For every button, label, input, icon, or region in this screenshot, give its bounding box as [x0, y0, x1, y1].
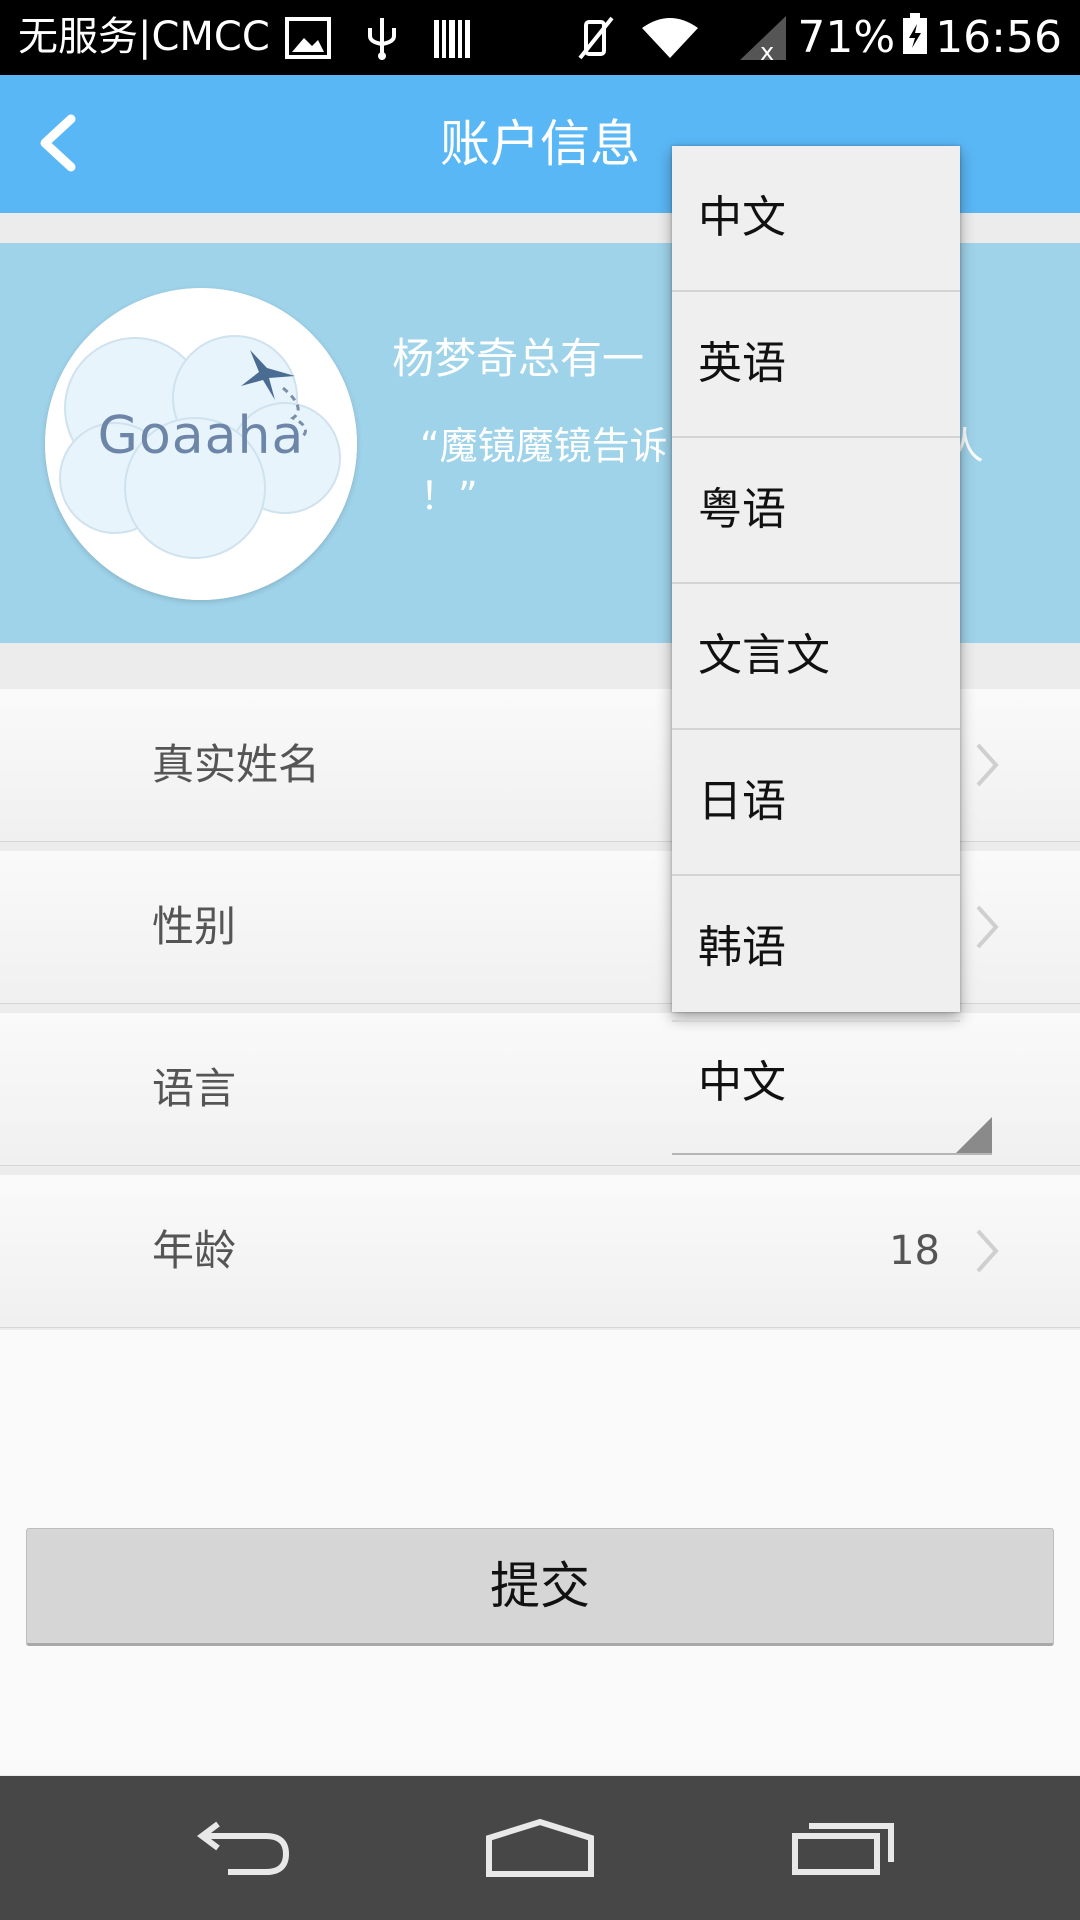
chevron-right-icon [976, 905, 999, 949]
chevron-right-icon [976, 1229, 999, 1273]
signal-no-sim-icon: x [740, 16, 786, 62]
nav-home-button[interactable] [465, 1796, 615, 1900]
username: 杨梦奇总有一 [392, 334, 645, 383]
nav-back-icon [197, 1821, 290, 1875]
battery-percent: 71% [797, 12, 896, 63]
barcode-icon [434, 20, 470, 58]
back-arrow-icon [40, 114, 76, 172]
nav-recents-button[interactable] [768, 1796, 918, 1900]
chevron-right-icon [976, 743, 999, 787]
battery-charging-icon [903, 13, 928, 54]
nav-recents-icon [792, 1823, 894, 1875]
status-bar: 无服务|CMCC x 71% 16:56 [0, 0, 1080, 75]
back-button[interactable] [22, 103, 92, 183]
carrier-text: 无服务|CMCC [18, 14, 270, 60]
language-select[interactable]: 中文 [672, 1013, 992, 1155]
row-label: 语言 [152, 1064, 237, 1113]
submit-button[interactable]: 提交 [26, 1528, 1054, 1646]
usb-icon [368, 18, 396, 60]
language-dropdown: 中文 英语 粤语 文言文 日语 韩语 [672, 146, 960, 1022]
status-right: 71% 16:56 [797, 12, 1062, 63]
nav-home-icon [486, 1818, 594, 1877]
nav-back-button[interactable] [165, 1796, 315, 1900]
age-value: 18 [889, 1228, 940, 1274]
clock: 16:56 [935, 12, 1062, 63]
avatar-text: Goaaha [97, 406, 305, 466]
dropdown-option[interactable]: 英语 [672, 292, 960, 438]
row-label: 性别 [152, 902, 237, 951]
dropdown-option[interactable]: 粤语 [672, 438, 960, 584]
dropdown-option[interactable]: 中文 [672, 146, 960, 292]
dropdown-option[interactable]: 日语 [672, 730, 960, 876]
language-select-value: 中文 [698, 1057, 786, 1108]
row-age[interactable]: 年龄 18 [0, 1175, 1080, 1328]
image-notification-icon [285, 17, 331, 59]
row-language: 语言 中文 [0, 1013, 1080, 1166]
wifi-icon [642, 18, 698, 58]
svg-text:x: x [760, 38, 774, 62]
row-label: 年龄 [152, 1226, 237, 1275]
dropdown-option[interactable]: 文言文 [672, 584, 960, 730]
navigation-bar [0, 1776, 1080, 1920]
avatar[interactable]: Goaaha [45, 288, 357, 600]
row-label: 真实姓名 [152, 740, 321, 789]
dropdown-option[interactable]: 韩语 [672, 876, 960, 1022]
vibrate-off-icon [578, 16, 614, 60]
select-arrow-icon [956, 1117, 992, 1153]
